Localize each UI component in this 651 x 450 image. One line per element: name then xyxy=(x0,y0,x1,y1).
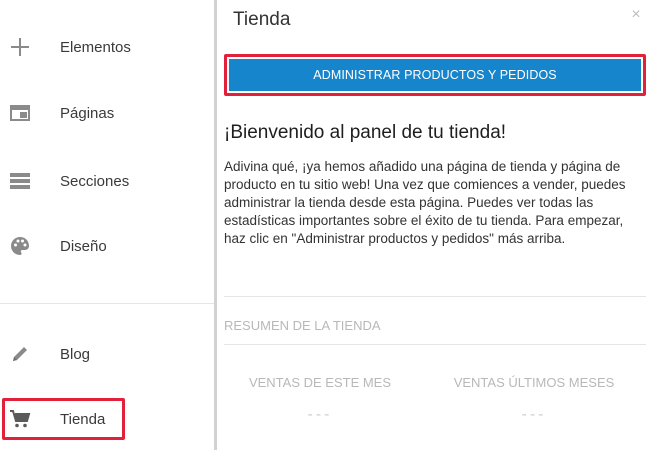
panel-title: Tienda xyxy=(233,9,291,30)
stat-title: VENTAS ÚLTIMOS MESES xyxy=(453,375,615,390)
sidebar-item-label: Elementos xyxy=(60,38,131,56)
close-button[interactable]: × xyxy=(627,6,645,24)
sidebar-item-label: Blog xyxy=(60,345,91,363)
plus-icon xyxy=(8,35,32,59)
sections-icon xyxy=(8,169,32,193)
sidebar-item-label: Secciones xyxy=(60,172,130,190)
sidebar-item-paginas[interactable]: Páginas xyxy=(0,85,214,141)
sidebar-item-label: Páginas xyxy=(60,104,115,122)
divider-line xyxy=(224,296,646,297)
tienda-highlight-box xyxy=(2,398,125,440)
stat-title: VENTAS DE ESTE MES xyxy=(248,375,392,390)
stat-value: --- xyxy=(307,406,333,423)
sidebar-item-diseno[interactable]: Diseño xyxy=(0,218,214,274)
store-panel: Tienda × ADMINISTRAR PRODUCTOS Y PEDIDOS… xyxy=(217,0,651,450)
stat-month-sales: VENTAS DE ESTE MES --- xyxy=(225,375,415,424)
manage-products-orders-button[interactable]: ADMINISTRAR PRODUCTOS Y PEDIDOS xyxy=(229,59,641,91)
sidebar-item-secciones[interactable]: Secciones xyxy=(0,153,214,209)
sidebar-item-elementos[interactable]: Elementos xyxy=(0,19,214,75)
welcome-heading: ¡Bienvenido al panel de tu tienda! xyxy=(224,122,507,143)
divider-line xyxy=(224,344,646,345)
stat-recent-sales: VENTAS ÚLTIMOS MESES --- xyxy=(439,375,629,424)
sidebar: Elementos Páginas Secciones Diseño Blog xyxy=(0,0,214,450)
close-icon: × xyxy=(631,6,641,23)
welcome-text: Adivina qué, ¡ya hemos añadido una págin… xyxy=(224,159,626,246)
sidebar-item-label: Diseño xyxy=(60,237,107,255)
store-summary-label: RESUMEN DE LA TIENDA xyxy=(224,318,381,333)
pages-icon xyxy=(8,101,32,125)
stat-value: --- xyxy=(521,406,547,423)
sidebar-item-blog[interactable]: Blog xyxy=(0,326,214,382)
pencil-icon xyxy=(8,342,32,366)
sidebar-divider xyxy=(0,303,214,304)
primary-button-highlight: ADMINISTRAR PRODUCTOS Y PEDIDOS xyxy=(224,54,646,96)
palette-icon xyxy=(8,234,32,258)
